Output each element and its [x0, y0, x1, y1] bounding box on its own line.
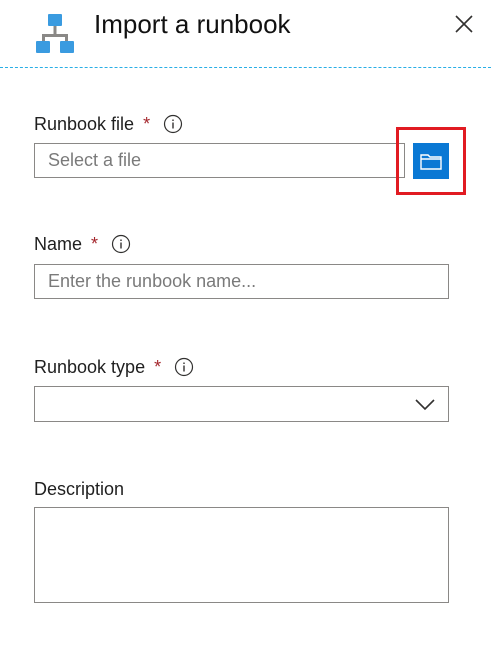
- runbook-type-label: Runbook type: [34, 356, 146, 377]
- runbook-file-label-row: Runbook file *: [34, 112, 183, 136]
- runbook-type-label-row: Runbook type *: [34, 355, 194, 379]
- panel-title: Import a runbook: [94, 9, 291, 39]
- description-label: Description: [34, 478, 125, 499]
- name-label-row: Name *: [34, 232, 131, 256]
- header-divider: [0, 67, 491, 68]
- required-mark: *: [143, 113, 151, 134]
- description-label-row: Description: [34, 477, 124, 501]
- runbook-name-input[interactable]: [34, 264, 449, 299]
- name-label: Name: [34, 233, 83, 254]
- import-runbook-panel: Import a runbook Runbook file * Name *: [0, 0, 491, 650]
- description-textarea[interactable]: [34, 507, 449, 603]
- runbook-hierarchy-icon: [36, 14, 74, 53]
- required-mark: *: [91, 233, 99, 254]
- chevron-down-icon: [415, 399, 435, 411]
- info-icon[interactable]: [174, 357, 194, 377]
- close-icon[interactable]: [452, 12, 476, 36]
- info-icon[interactable]: [111, 234, 131, 254]
- runbook-file-label: Runbook file: [34, 113, 135, 134]
- panel-header: Import a runbook: [0, 0, 491, 68]
- runbook-type-dropdown[interactable]: [34, 386, 449, 422]
- runbook-file-input[interactable]: [34, 143, 405, 178]
- browse-highlight-box: [396, 127, 466, 195]
- required-mark: *: [154, 356, 162, 377]
- info-icon[interactable]: [163, 114, 183, 134]
